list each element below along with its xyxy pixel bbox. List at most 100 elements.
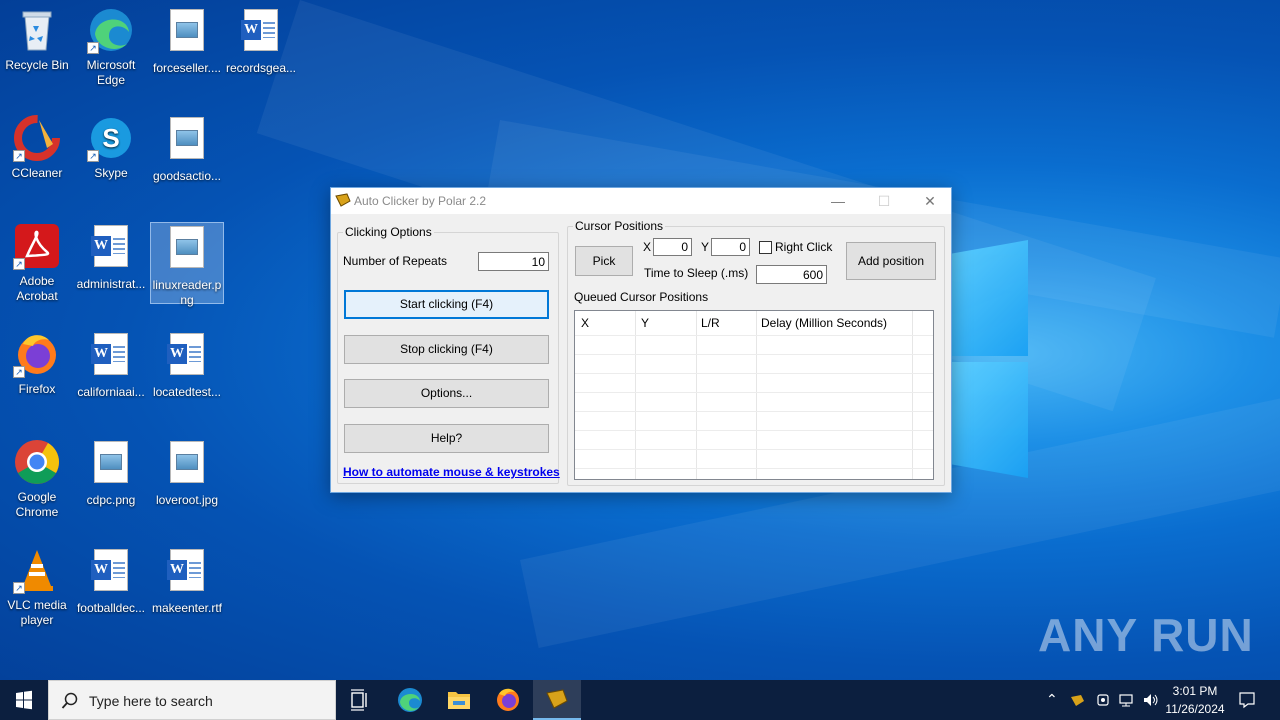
desktop-icon-recordsgea[interactable]: W recordsgea...: [224, 6, 298, 76]
desktop-icon-forceseller[interactable]: forceseller....: [150, 6, 224, 76]
image-file-icon: [163, 117, 211, 165]
stop-clicking-button[interactable]: Stop clicking (F4): [344, 335, 549, 364]
x-label: X: [643, 240, 652, 254]
desktop-icon-label: Skype: [94, 166, 128, 180]
network-icon[interactable]: [1118, 692, 1136, 708]
y-coordinate-input[interactable]: [711, 238, 750, 256]
start-button[interactable]: [0, 680, 48, 720]
desktop-icon-footballdec[interactable]: W footballdec...: [74, 546, 148, 616]
queued-positions-list[interactable]: X Y L/R Delay (Million Seconds): [574, 310, 934, 480]
taskbar-search-box[interactable]: Type here to search: [48, 680, 336, 720]
taskbar: Type here to search ⌃ 3:01 PM 11/26/2024: [0, 680, 1280, 720]
auto-clicker-window[interactable]: Auto Clicker by Polar 2.2 — ☐ ✕ Clicking…: [330, 187, 952, 493]
image-file-icon: [163, 9, 211, 57]
desktop-icon-label: CCleaner: [11, 166, 63, 180]
desktop-icon-recycle-bin[interactable]: Recycle Bin: [0, 6, 74, 73]
column-header-delay[interactable]: Delay (Million Seconds): [755, 311, 913, 335]
desktop-icon-label: forceseller....: [152, 61, 222, 75]
auto-clicker-tray-icon[interactable]: [1070, 692, 1086, 708]
y-label: Y: [701, 240, 710, 254]
desktop-icon-makeenter[interactable]: W makeenter.rtf: [150, 546, 224, 616]
desktop-icon-label: Adobe Acrobat: [16, 274, 58, 303]
folder-icon: [448, 692, 470, 709]
vlc-icon: ↗: [13, 546, 61, 594]
taskbar-edge[interactable]: [386, 680, 434, 720]
anyrun-watermark: ANY RUN: [1038, 609, 1254, 661]
volume-icon[interactable]: [1142, 692, 1160, 708]
desktop-icon-goodsactio[interactable]: goodsactio...: [150, 114, 224, 184]
column-divider: [635, 311, 636, 479]
device-tray-icon[interactable]: [1095, 692, 1111, 708]
chrome-icon: [13, 438, 61, 486]
column-header-lr[interactable]: L/R: [695, 311, 755, 335]
desktop-icon-skype[interactable]: S ↗ Skype: [74, 114, 148, 181]
list-row-line: [575, 373, 933, 374]
taskbar-firefox[interactable]: [484, 680, 532, 720]
firefox-icon: ↗: [13, 330, 61, 378]
desktop-icon-google-chrome[interactable]: Google Chrome: [0, 438, 74, 520]
desktop-icon-label: Microsoft Edge: [86, 58, 136, 87]
word-document-icon: W: [237, 9, 285, 57]
desktop-icon-label: makeenter.rtf: [151, 601, 223, 615]
desktop-icon-label: loveroot.jpg: [155, 493, 219, 507]
task-view-button[interactable]: [336, 680, 384, 720]
desktop-icon-cdpc[interactable]: cdpc.png: [74, 438, 148, 508]
desktop-icon-label: goodsactio...: [152, 169, 222, 183]
start-clicking-button[interactable]: Start clicking (F4): [344, 290, 549, 319]
desktop-icon-label: Google Chrome: [15, 490, 59, 519]
shortcut-arrow-icon: ↗: [87, 150, 99, 162]
desktop-icon-californiaai[interactable]: W californiaai...: [74, 330, 148, 400]
repeats-input[interactable]: [478, 252, 549, 271]
desktop-icon-ccleaner[interactable]: ↗ CCleaner: [0, 114, 74, 181]
add-position-button[interactable]: Add position: [846, 242, 936, 280]
close-button[interactable]: ✕: [907, 188, 953, 214]
shortcut-arrow-icon: ↗: [87, 42, 99, 54]
desktop-icon-label: footballdec...: [76, 601, 146, 615]
list-row-line: [575, 354, 933, 355]
cursor-positions-label: Cursor Positions: [573, 219, 666, 233]
taskbar-file-explorer[interactable]: [435, 680, 483, 720]
queued-positions-label: Queued Cursor Positions: [574, 290, 709, 304]
clock-date[interactable]: 11/26/2024: [1162, 702, 1228, 716]
x-coordinate-input[interactable]: [653, 238, 692, 256]
desktop-icon-adobe-acrobat[interactable]: ↗ Adobe Acrobat: [0, 222, 74, 304]
column-header-x[interactable]: X: [575, 311, 635, 335]
right-click-label[interactable]: Right Click: [775, 240, 832, 254]
desktop-icon-label: locatedtest...: [152, 385, 222, 399]
pick-button[interactable]: Pick: [575, 246, 633, 276]
desktop-icon-loveroot[interactable]: loveroot.jpg: [150, 438, 224, 508]
maximize-button[interactable]: ☐: [861, 188, 907, 214]
notifications-icon[interactable]: [1238, 691, 1256, 709]
shortcut-arrow-icon: ↗: [13, 582, 25, 594]
desktop-icon-label: linuxreader.png: [152, 278, 222, 307]
image-file-icon: [87, 441, 135, 489]
desktop-icon-linuxreader[interactable]: linuxreader.png: [150, 222, 224, 307]
word-document-icon: W: [163, 333, 211, 381]
options-button[interactable]: Options...: [344, 379, 549, 408]
desktop-icon-vlc[interactable]: ↗ VLC media player: [0, 546, 74, 628]
column-header-y[interactable]: Y: [635, 311, 695, 335]
list-row-line: [575, 430, 933, 431]
desktop-icon-firefox[interactable]: ↗ Firefox: [0, 330, 74, 397]
help-button[interactable]: Help?: [344, 424, 549, 453]
title-bar[interactable]: Auto Clicker by Polar 2.2 — ☐ ✕: [331, 188, 951, 214]
show-hidden-icons-chevron-icon[interactable]: ⌃: [1046, 691, 1058, 708]
desktop-icon-label: cdpc.png: [86, 493, 136, 507]
minimize-button[interactable]: —: [815, 188, 861, 214]
search-placeholder: Type here to search: [89, 693, 213, 709]
clock-time[interactable]: 3:01 PM: [1162, 684, 1228, 698]
taskbar-auto-clicker[interactable]: [533, 680, 581, 720]
adobe-acrobat-icon: ↗: [13, 222, 61, 270]
desktop-icon-microsoft-edge[interactable]: ↗ Microsoft Edge: [74, 6, 148, 88]
right-click-checkbox[interactable]: [759, 241, 772, 254]
svg-text:S: S: [102, 123, 119, 153]
automate-help-link[interactable]: How to automate mouse & keystrokes: [343, 465, 560, 479]
word-document-icon: W: [87, 225, 135, 273]
list-row-line: [575, 392, 933, 393]
shortcut-arrow-icon: ↗: [13, 258, 25, 270]
desktop-icon-locatedtest[interactable]: W locatedtest...: [150, 330, 224, 400]
sleep-time-input[interactable]: [756, 265, 827, 284]
desktop-icon-administrat[interactable]: W administrat...: [74, 222, 148, 292]
shortcut-arrow-icon: ↗: [13, 366, 25, 378]
image-file-icon: [163, 226, 211, 274]
